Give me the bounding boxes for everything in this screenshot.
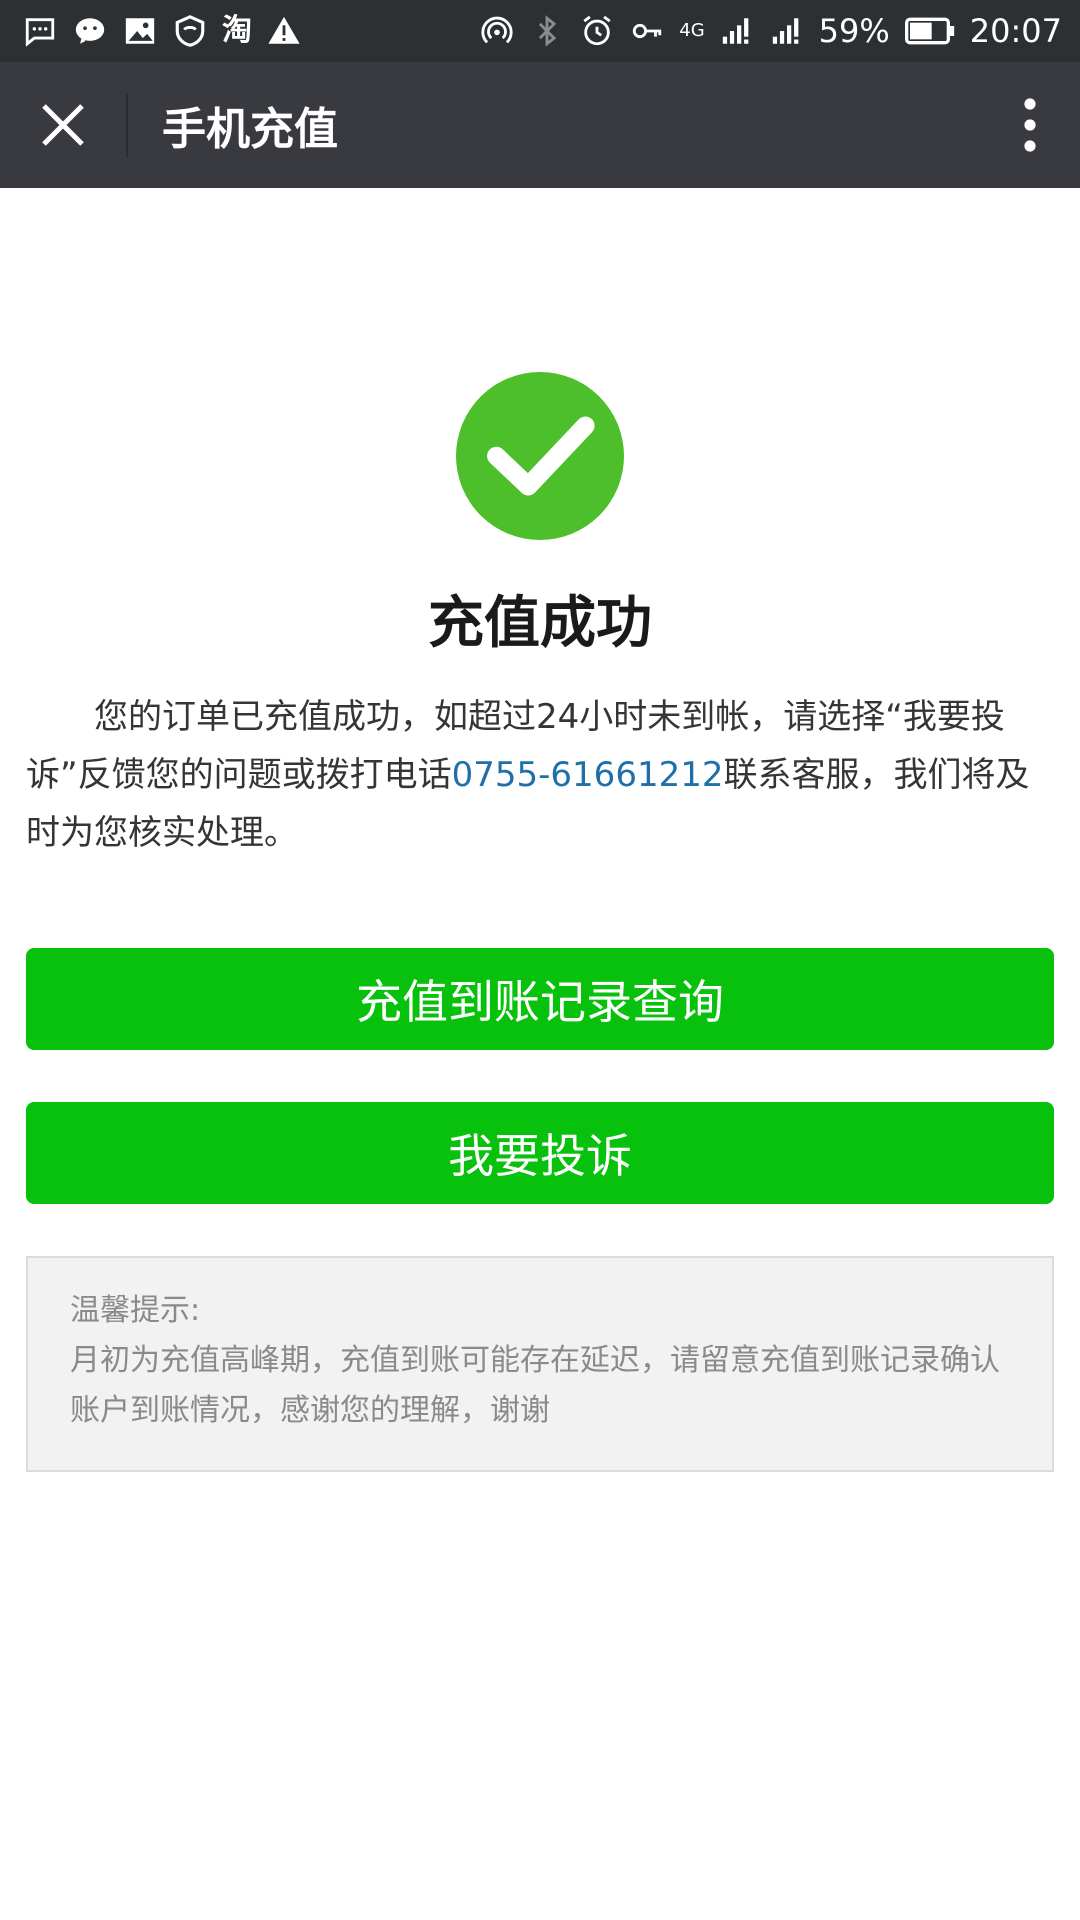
checkmark-circle-icon <box>456 372 624 540</box>
complaint-button[interactable]: 我要投诉 <box>26 1102 1054 1204</box>
network-type-label: 4G <box>679 20 705 41</box>
recharge-records-query-button[interactable]: 充值到账记录查询 <box>26 948 1054 1050</box>
clock: 20:07 <box>969 12 1062 50</box>
close-button[interactable] <box>0 62 126 188</box>
customer-service-phone-link[interactable]: 0755-61661212 <box>452 755 724 795</box>
taobao-icon: 淘 <box>222 13 252 48</box>
signal-4g-icon <box>719 13 755 49</box>
app-header: 手机充值 <box>0 62 1080 188</box>
status-right-icons: 4G 59% 20:07 <box>479 13 1062 49</box>
hotspot-icon <box>479 13 515 49</box>
battery-icon <box>904 13 956 49</box>
result-message: 您的订单已充值成功，如超过24小时未到帐，请选择“我要投诉”反馈您的问题或拨打电… <box>26 688 1056 862</box>
alarm-icon <box>579 13 615 49</box>
key-icon <box>629 13 665 49</box>
status-bar: 淘 4G 59% 20:07 <box>0 0 1080 62</box>
status-left-icons: 淘 <box>22 13 302 49</box>
tips-title: 温馨提示: <box>70 1293 201 1328</box>
page-title: 手机充值 <box>162 104 338 155</box>
message-icon <box>22 13 58 49</box>
bluetooth-icon <box>529 13 565 49</box>
signal-icon <box>769 13 805 49</box>
image-icon <box>122 13 158 49</box>
close-icon <box>42 104 84 146</box>
warning-icon <box>266 13 302 49</box>
tips-box: 温馨提示: 月初为充值高峰期，充值到账可能存在延迟，请留意充值到账记录确认账户到… <box>26 1256 1054 1472</box>
more-vertical-icon <box>1024 98 1036 152</box>
more-options-button[interactable] <box>980 62 1080 188</box>
shield-icon <box>172 13 208 49</box>
success-title: 充值成功 <box>428 591 652 656</box>
tips-body: 月初为充值高峰期，充值到账可能存在延迟，请留意充值到账记录确认账户到账情况，感谢… <box>70 1343 1000 1428</box>
header-divider <box>126 93 128 157</box>
battery-percentage: 59% <box>818 12 890 50</box>
wechat-icon <box>72 13 108 49</box>
